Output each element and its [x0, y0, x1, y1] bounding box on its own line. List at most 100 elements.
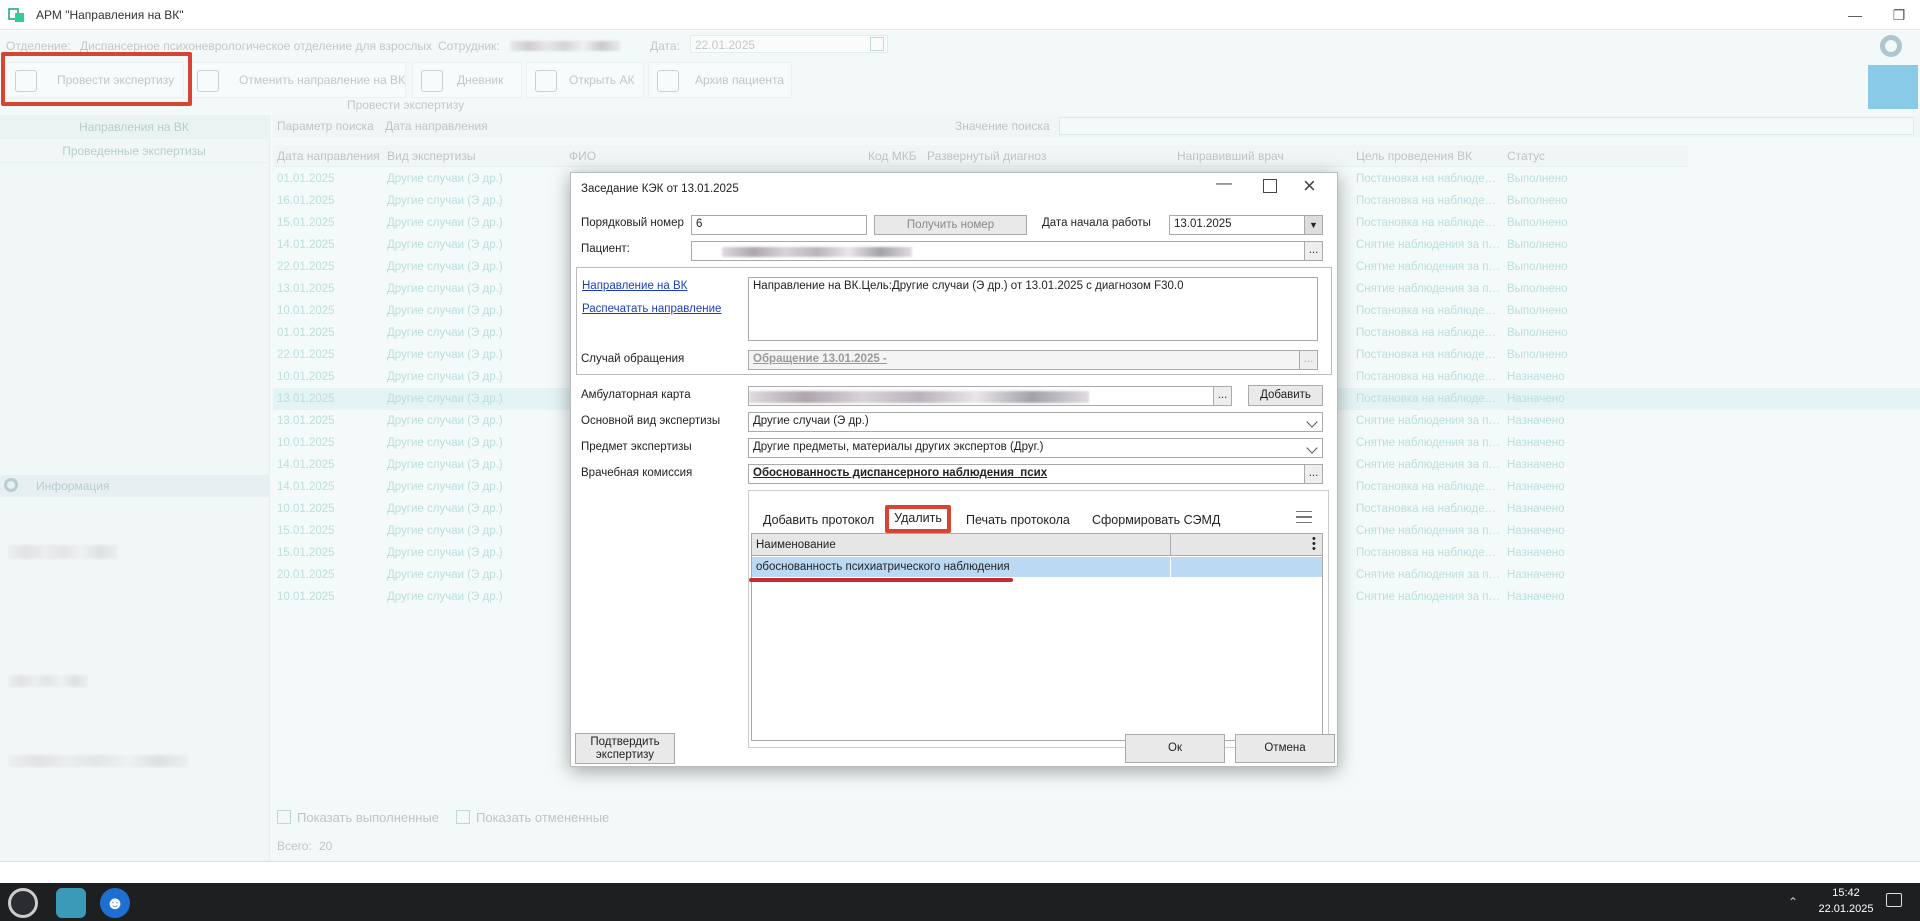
dialog-close-icon[interactable]: × — [1303, 173, 1316, 199]
date-field[interactable]: 22.01.2025 — [690, 35, 888, 53]
add-card-button[interactable]: Добавить — [1248, 385, 1323, 406]
col-mkb[interactable]: Код МКБ — [868, 149, 917, 163]
search-value-label: Значение поиска — [955, 119, 1050, 133]
subject-label: Предмет экспертизы — [581, 441, 692, 453]
commission-picker-button[interactable]: ... — [1304, 465, 1322, 483]
card-picker-button[interactable]: ... — [1213, 387, 1231, 405]
dialog-minimize-icon[interactable]: — — [1216, 175, 1232, 193]
cell-status: Назначено — [1507, 415, 1565, 427]
show-done-checkbox[interactable] — [277, 810, 291, 824]
show-cancelled-checkbox[interactable] — [456, 810, 470, 824]
protocol-row[interactable]: обоснованность психиатрического наблюден… — [752, 557, 1322, 577]
employee-label: Сотрудник: — [438, 39, 500, 53]
archive-box-icon — [535, 70, 557, 92]
patient-redacted — [722, 247, 912, 257]
department-value: Диспансерное психоневрологическое отделе… — [80, 39, 433, 53]
hamburger-menu-icon[interactable] — [1296, 511, 1312, 523]
confirm-expertise-button[interactable]: Подтвердить экспертизу — [575, 733, 675, 764]
tray-chevron-icon[interactable]: ⌃ — [1788, 895, 1798, 909]
cancel-button[interactable]: Отмена — [1235, 734, 1335, 763]
patient-label: Пациент: — [581, 243, 630, 255]
start-date-select[interactable]: 13.01.2025 ▼ — [1169, 215, 1323, 235]
cancel-referral-button[interactable]: Отменить направление на ВК — [188, 62, 406, 98]
cell-date: 15.01.2025 — [277, 547, 335, 559]
cell-date: 20.01.2025 — [277, 569, 335, 581]
main-type-select[interactable]: Другие случаи (Э др.) — [748, 412, 1323, 432]
minimize-icon[interactable]: — — [1840, 4, 1870, 26]
card-input[interactable]: ... — [748, 386, 1232, 406]
cell-date: 13.01.2025 — [277, 393, 335, 405]
cell-type: Другие случаи (Э др.) — [387, 239, 503, 251]
cell-date: 16.01.2025 — [277, 195, 335, 207]
col-type[interactable]: Вид экспертизы — [387, 149, 475, 163]
start-button-icon[interactable] — [8, 888, 38, 918]
nav-referrals[interactable]: Направления на ВК — [0, 115, 268, 139]
start-date-label: Дата начала работы — [1042, 217, 1151, 229]
add-protocol-button[interactable]: Добавить протокол — [763, 513, 874, 527]
diary-button[interactable]: Дневник — [412, 62, 522, 98]
subject-select[interactable]: Другие предметы, материалы других экспер… — [748, 438, 1323, 458]
col-doctor[interactable]: Направивший врач — [1177, 149, 1284, 163]
mail-envelope-icon[interactable] — [1868, 65, 1918, 109]
annotation-underline — [749, 578, 1013, 582]
gear-icon[interactable] — [1880, 35, 1902, 57]
print-referral-link[interactable]: Распечатать направление — [582, 303, 721, 315]
print-protocol-button[interactable]: Печать протокола — [966, 513, 1070, 527]
subject-chevron-icon[interactable] — [1306, 442, 1318, 454]
info-redacted-2 — [8, 675, 88, 687]
referral-text[interactable]: Направление на ВК.Цель:Другие случаи (Э … — [748, 277, 1318, 341]
cell-date: 15.01.2025 — [277, 217, 335, 229]
patient-picker-button[interactable]: ... — [1304, 242, 1322, 260]
ok-button[interactable]: Ок — [1125, 734, 1225, 763]
app-taskbar-icon[interactable] — [56, 888, 86, 918]
restore-icon[interactable]: ❐ — [1884, 4, 1914, 26]
patient-input[interactable]: ... — [691, 241, 1323, 261]
search-bar: Параметр поиска Дата направления Значени… — [273, 115, 1920, 137]
open-ak-label: Открыть АК — [569, 73, 635, 87]
notification-icon[interactable] — [1886, 893, 1902, 907]
col-diagnosis[interactable]: Развернутый диагноз — [927, 149, 1046, 163]
info-header[interactable]: Информация — [0, 475, 270, 497]
col-goal[interactable]: Цель проведения ВК — [1356, 149, 1472, 163]
search-value-input[interactable] — [1059, 117, 1914, 135]
card-label: Амбулаторная карта — [581, 389, 691, 401]
patient-archive-button[interactable]: Архив пациента — [648, 62, 792, 98]
search-param-select[interactable]: Дата направления — [385, 119, 940, 133]
protocol-col-name[interactable]: Наименование — [756, 539, 836, 551]
patient-archive-icon — [657, 70, 679, 92]
total-value: 20 — [319, 839, 333, 853]
cell-type: Другие случаи (Э др.) — [387, 437, 503, 449]
taskbar-time[interactable]: 15:42 — [1818, 887, 1874, 899]
main-type-chevron-icon[interactable] — [1306, 416, 1318, 428]
column-chooser-icon[interactable]: • • • — [1312, 534, 1316, 555]
calendar-icon[interactable] — [870, 37, 884, 51]
accessibility-icon[interactable]: ☻ — [100, 888, 130, 918]
cell-type: Другие случаи (Э др.) — [387, 393, 503, 405]
cell-date: 14.01.2025 — [277, 239, 335, 251]
toolbar-group-caption: Провести экспертизу — [347, 98, 465, 112]
protocol-table-header: Наименование • • • — [752, 534, 1322, 556]
info-gear-icon[interactable] — [4, 478, 18, 492]
open-ak-button[interactable]: Открыть АК — [526, 62, 644, 98]
seq-input[interactable]: 6 — [691, 215, 867, 235]
cell-status: Выполнено — [1507, 283, 1568, 295]
delete-protocol-button[interactable]: Удалить — [885, 505, 951, 533]
nav-completed-expertises[interactable]: Проведенные экспертизы — [0, 139, 268, 163]
commission-input[interactable]: Обоснованность диспансерного наблюдения_… — [748, 464, 1323, 484]
grid-header: Дата направления Вид экспертизы ФИО Код … — [273, 145, 1688, 167]
cell-date: 13.01.2025 — [277, 415, 335, 427]
commission-label: Врачебная комиссия — [581, 467, 693, 479]
dialog-maximize-icon[interactable] — [1263, 179, 1277, 193]
referral-link[interactable]: Направление на ВК — [582, 280, 687, 292]
taskbar-date[interactable]: 22.01.2025 — [1818, 903, 1874, 915]
date-label: Дата: — [650, 39, 680, 53]
get-number-button[interactable]: Получить номер — [874, 215, 1027, 235]
dropdown-arrow-icon[interactable]: ▼ — [1304, 216, 1322, 234]
col-date[interactable]: Дата направления — [277, 149, 380, 163]
form-semd-button[interactable]: Сформировать СЭМД — [1092, 513, 1220, 527]
col-fio[interactable]: ФИО — [569, 149, 596, 163]
row-divider — [1170, 557, 1171, 577]
cell-goal: Постановка на наблюдени... — [1356, 371, 1501, 383]
col-status[interactable]: Статус — [1507, 149, 1545, 163]
cell-date: 13.01.2025 — [277, 283, 335, 295]
